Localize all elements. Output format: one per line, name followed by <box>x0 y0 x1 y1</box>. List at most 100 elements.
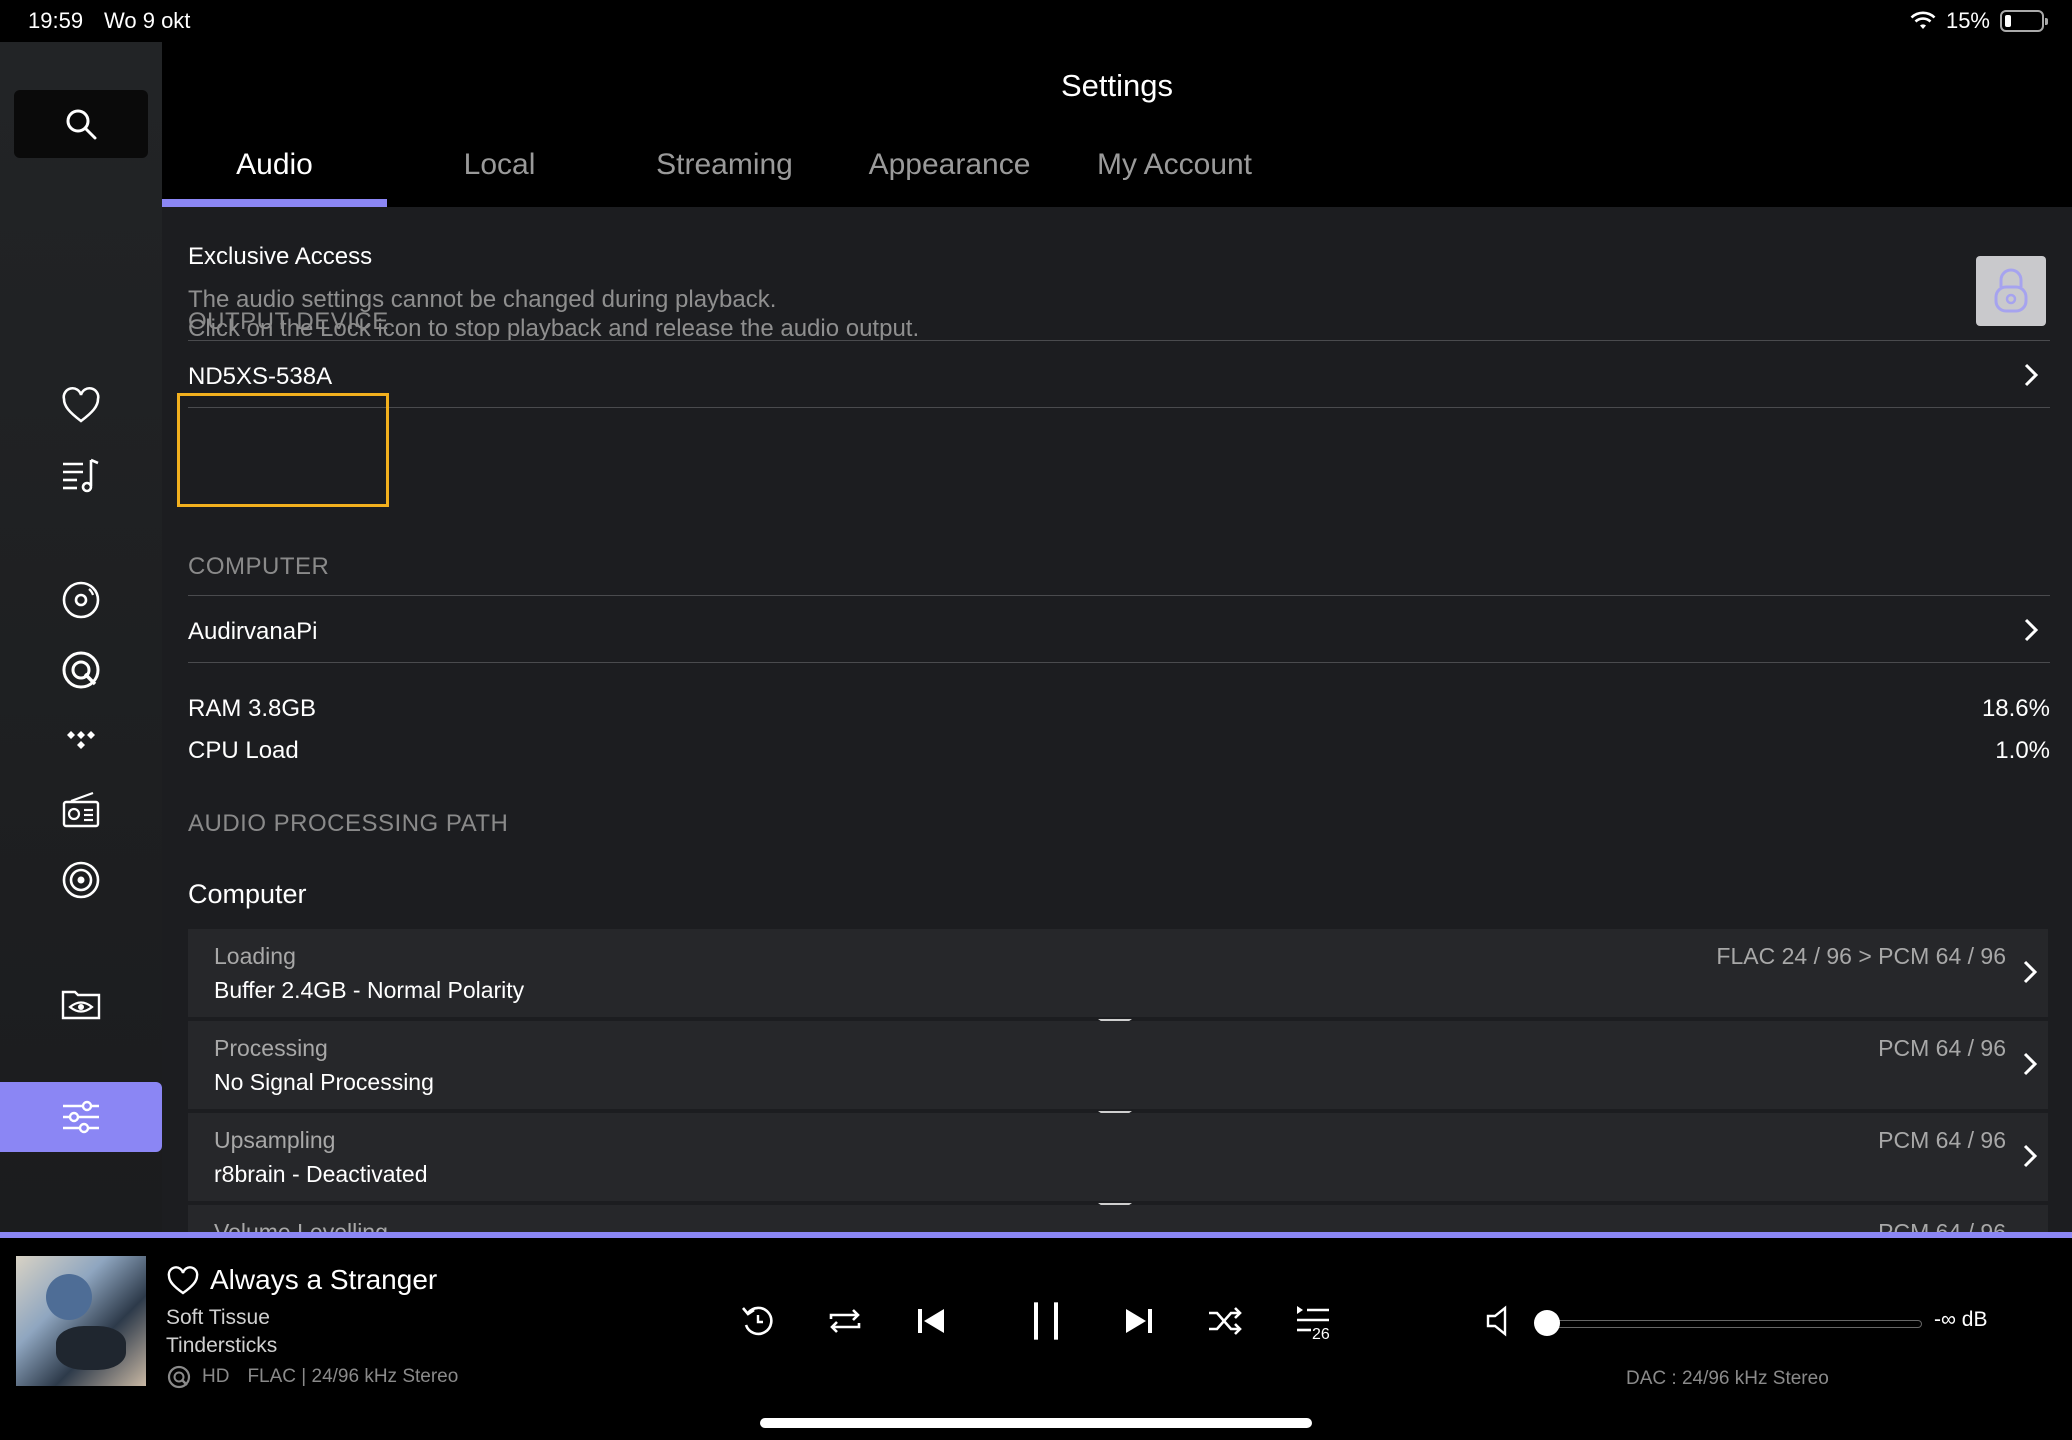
track-title: Always a Stranger <box>210 1264 438 1295</box>
battery-icon <box>2000 10 2048 32</box>
repeat-button[interactable] <box>820 1296 870 1346</box>
output-device-value: ND5XS-538A <box>188 363 333 390</box>
step-subtitle: r8brain - Deactivated <box>214 1161 428 1187</box>
output-device-highlight <box>177 393 389 507</box>
volume-speaker-icon[interactable] <box>1484 1304 1516 1338</box>
shuffle-button[interactable] <box>1200 1296 1250 1346</box>
qobuz-source-icon <box>167 1365 191 1389</box>
wifi-icon <box>1910 11 1936 29</box>
home-indicator[interactable] <box>760 1418 1312 1428</box>
track-format-info: HD FLAC | 24/96 kHz Stereo <box>166 1364 458 1390</box>
processing-path-title: Computer <box>188 879 307 909</box>
chevron-right-icon <box>2024 618 2039 642</box>
sidebar-item-library[interactable] <box>0 572 162 628</box>
audio-settings-panel: Exclusive Access The audio settings cann… <box>162 207 2072 1232</box>
step-subtitle: No Signal Processing <box>214 1069 434 1095</box>
track-album[interactable]: Soft Tissue <box>166 1306 270 1330</box>
sidebar-item-playlists[interactable] <box>0 448 162 504</box>
sidebar <box>0 42 162 1232</box>
processing-step-loading[interactable]: Loading Buffer 2.4GB - Normal Polarity F… <box>188 929 2048 1017</box>
status-right: 15% <box>1910 6 2048 36</box>
step-title: Loading <box>214 943 296 969</box>
output-device-row[interactable]: ND5XS-538A <box>188 340 2050 408</box>
pause-icon <box>1034 1302 1058 1340</box>
album-cover[interactable] <box>16 1256 146 1386</box>
previous-button[interactable] <box>906 1296 956 1346</box>
step-format: FLAC 24 / 96 > PCM 64 / 96 <box>1716 943 2006 969</box>
cpu-value: 1.0% <box>1995 737 2050 764</box>
radio-icon <box>62 791 100 828</box>
sidebar-item-favorites[interactable] <box>0 378 162 434</box>
chevron-right-icon <box>2023 960 2038 984</box>
replay-icon <box>742 1306 773 1336</box>
volume-slider-knob[interactable] <box>1534 1310 1560 1336</box>
search-icon <box>66 109 97 140</box>
settings-tabs: Audio Local Streaming Appearance My Acco… <box>162 142 1287 207</box>
sidebar-item-qobuz[interactable] <box>0 642 162 698</box>
format-text: FLAC | 24/96 kHz Stereo <box>247 1366 459 1387</box>
processing-step-processing[interactable]: Processing No Signal Processing PCM 64 /… <box>188 1021 2048 1109</box>
battery-percent: 15% <box>1945 8 1990 33</box>
track-artist[interactable]: Tindersticks <box>166 1334 277 1358</box>
skip-previous-icon <box>918 1309 944 1333</box>
queue-count: 26 <box>1312 1326 1330 1343</box>
tidal-icon <box>67 731 95 749</box>
lock-icon <box>1994 268 2028 313</box>
tab-local[interactable]: Local <box>387 142 612 207</box>
sidebar-item-radio[interactable] <box>0 782 162 838</box>
exclusive-access-title: Exclusive Access <box>188 243 373 270</box>
repeat-icon <box>829 1309 861 1333</box>
step-title: Processing <box>214 1035 328 1061</box>
step-format: PCM 64 / 96 <box>1878 1035 2006 1061</box>
player-bar: Always a Stranger Soft Tissue Tinderstic… <box>0 1238 2072 1440</box>
tab-streaming[interactable]: Streaming <box>612 142 837 207</box>
status-bar: 19:59 Wo 9 okt 15% <box>0 0 2072 42</box>
sidebar-item-settings[interactable] <box>0 1082 162 1152</box>
volume-slider[interactable] <box>1546 1320 1922 1328</box>
lock-button[interactable] <box>1976 256 2046 326</box>
tab-appearance[interactable]: Appearance <box>837 142 1062 207</box>
next-button[interactable] <box>1114 1296 1164 1346</box>
cpu-label: CPU Load <box>188 737 299 764</box>
status-date: Wo 9 okt <box>104 8 191 33</box>
favorite-heart-icon[interactable] <box>166 1266 200 1296</box>
sidebar-item-tidal[interactable] <box>0 712 162 768</box>
step-title: Volume Levelling <box>214 1219 388 1232</box>
sliders-icon <box>63 1100 99 1134</box>
pause-button[interactable] <box>1010 1288 1082 1354</box>
computer-heading: COMPUTER <box>188 553 330 580</box>
qobuz-icon <box>62 651 100 689</box>
computer-value: AudirvanaPi <box>188 618 318 645</box>
sidebar-item-podcasts[interactable] <box>0 852 162 908</box>
step-format: PCM 64 / 96 <box>1878 1127 2006 1153</box>
tab-audio[interactable]: Audio <box>162 142 387 207</box>
computer-row[interactable]: AudirvanaPi <box>188 595 2050 663</box>
cpu-stat: CPU Load 1.0% <box>188 737 2050 765</box>
shuffle-icon <box>1209 1307 1242 1335</box>
disc-icon <box>62 581 100 619</box>
podcast-icon <box>62 861 100 899</box>
chevron-right-icon <box>2024 363 2039 387</box>
volume-db: -∞ dB <box>1934 1308 1988 1331</box>
replay-button[interactable] <box>733 1296 783 1346</box>
audio-processing-path-heading: AUDIO PROCESSING PATH <box>188 810 509 837</box>
step-subtitle: Buffer 2.4GB - Normal Polarity <box>214 977 525 1003</box>
chevron-right-icon <box>2023 1052 2038 1076</box>
ram-label: RAM 3.8GB <box>188 695 317 722</box>
status-time: 19:59 <box>28 8 84 33</box>
sidebar-item-local-folders[interactable] <box>0 976 162 1032</box>
quality-badge: HD <box>202 1366 230 1387</box>
sidebar-search-button[interactable] <box>14 90 148 158</box>
processing-step-upsampling[interactable]: Upsampling r8brain - Deactivated PCM 64 … <box>188 1113 2048 1201</box>
dac-info: DAC : 24/96 kHz Stereo <box>1626 1368 1829 1389</box>
processing-step-volume-levelling[interactable]: Volume Levelling PCM 64 / 96 <box>188 1205 2048 1232</box>
playlist-icon <box>63 458 99 493</box>
heart-icon <box>62 386 100 423</box>
tab-my-account[interactable]: My Account <box>1062 142 1287 207</box>
step-title: Upsampling <box>214 1127 336 1153</box>
ram-value: 18.6% <box>1981 695 2050 722</box>
folder-eye-icon <box>61 990 101 1020</box>
ram-stat: RAM 3.8GB 18.6% <box>188 695 2050 723</box>
output-device-heading: OUTPUT DEVICE <box>188 308 389 335</box>
skip-next-icon <box>1126 1309 1152 1333</box>
